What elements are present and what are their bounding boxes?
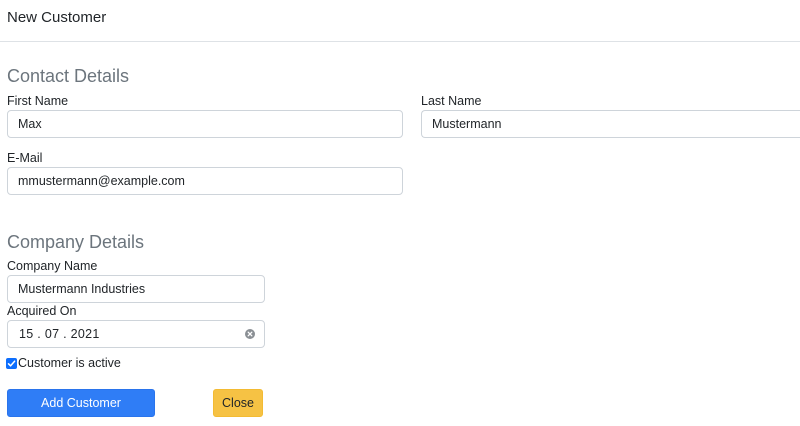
dialog-header: New Customer: [0, 0, 800, 42]
company-details-heading: Company Details: [7, 232, 145, 252]
dialog-title: New Customer: [7, 9, 107, 26]
email-input[interactable]: [7, 167, 403, 195]
acquired-on-date-input[interactable]: 15 . 07 . 2021: [7, 320, 265, 348]
contact-details-heading: Contact Details: [7, 66, 130, 86]
customer-active-checkbox[interactable]: [6, 357, 17, 369]
acquired-on-value: 15 . 07 . 2021: [19, 327, 100, 341]
customer-active-row[interactable]: Customer is active: [6, 355, 121, 371]
acquired-on-label: Acquired On: [7, 304, 77, 318]
company-name-input[interactable]: [7, 275, 265, 303]
clear-circle-icon[interactable]: [245, 329, 255, 339]
last-name-input[interactable]: [421, 110, 800, 138]
customer-active-label: Customer is active: [18, 356, 121, 370]
first-name-label: First Name: [7, 94, 69, 108]
last-name-label: Last Name: [421, 94, 482, 108]
add-customer-button[interactable]: Add Customer: [7, 389, 155, 417]
close-button[interactable]: Close: [213, 389, 263, 417]
email-label: E-Mail: [7, 151, 43, 165]
first-name-input[interactable]: [7, 110, 403, 138]
company-name-label: Company Name: [7, 259, 98, 273]
